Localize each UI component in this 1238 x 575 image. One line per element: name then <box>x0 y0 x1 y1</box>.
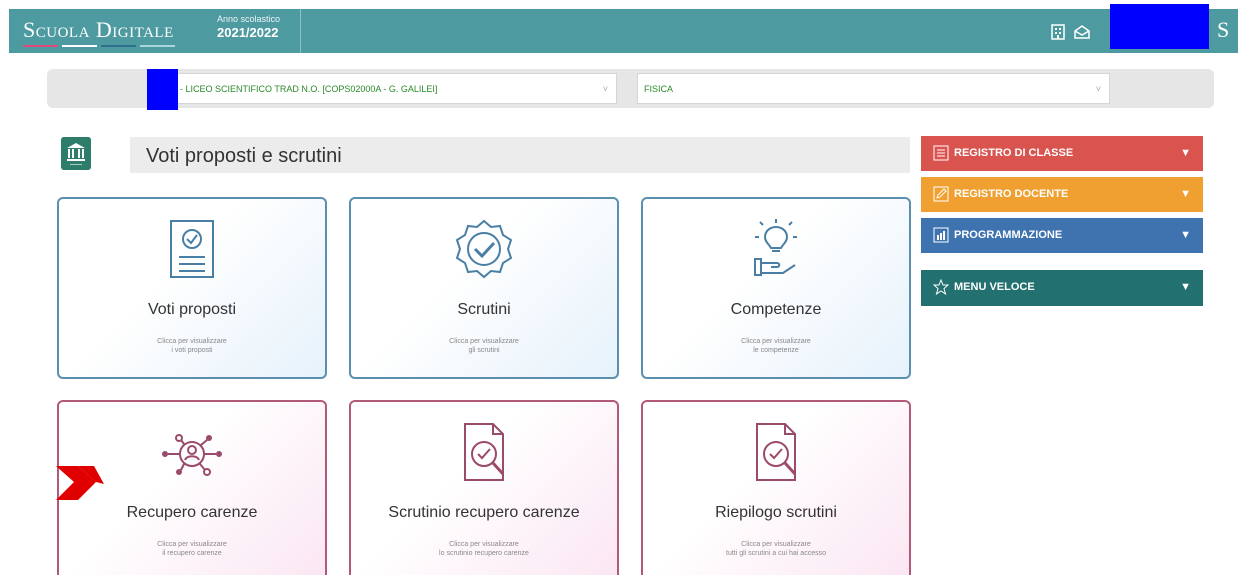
page-title: Voti proposti e scrutini <box>146 145 342 167</box>
bank-icon[interactable] <box>61 137 91 170</box>
page: Scuola Digitale Anno scolastico 2021/202… <box>0 0 1238 575</box>
brand-logo[interactable]: Scuola Digitale <box>23 17 174 43</box>
menu-label: REGISTRO DOCENTE <box>954 188 1069 200</box>
chevron-down-icon: ˅ <box>602 84 608 94</box>
card-title: Recupero carenze <box>126 504 258 521</box>
building-icon[interactable] <box>1049 23 1067 41</box>
menu-registro-di-classe[interactable]: REGISTRO DI CLASSE ▼ <box>921 136 1203 171</box>
caret-down-icon: ▼ <box>1180 281 1191 293</box>
card-title: Scrutinio recupero carenze <box>388 504 580 521</box>
school-year-label: Anno scolastico <box>217 14 281 24</box>
card-voti-proposti[interactable]: Voti proposti Clicca per visualizzare i v… <box>57 197 327 379</box>
card-description: Clicca per visualizzare lo scrutinio recu… <box>439 541 529 557</box>
selector-bar: - LICEO SCIENTIFICO TRAD N.O. [COPS02000… <box>47 69 1214 108</box>
header-cut-text: S <box>1217 17 1230 42</box>
menu-programmazione[interactable]: PROGRAMMAZIONE ▼ <box>921 218 1203 253</box>
card-description: Clicca per visualizzare il recupero caren… <box>157 541 227 557</box>
card-description: Clicca per visualizzare le competenze <box>741 338 811 354</box>
star-icon <box>933 279 949 295</box>
top-header: Scuola Digitale Anno scolastico 2021/202… <box>9 9 1238 53</box>
card-scrutini[interactable]: Scrutini Clicca per visualizzare gli scru… <box>349 197 619 379</box>
list-icon <box>933 145 949 161</box>
card-title: Competenze <box>730 301 822 318</box>
caret-down-icon: ▼ <box>1180 147 1191 159</box>
document-search-icon <box>756 423 797 481</box>
menu-label: REGISTRO DI CLASSE <box>954 147 1074 159</box>
lightbulb-hand-icon <box>754 219 797 276</box>
school-select-value: - LICEO SCIENTIFICO TRAD N.O. [COPS02000… <box>180 84 438 94</box>
school-select[interactable]: - LICEO SCIENTIFICO TRAD N.O. [COPS02000… <box>173 73 617 104</box>
card-title: Riepilogo scrutini <box>715 504 837 521</box>
menu-registro-docente[interactable]: REGISTRO DOCENTE ▼ <box>921 177 1203 212</box>
caret-down-icon: ▼ <box>1180 229 1191 241</box>
subject-select[interactable]: FISICA ˅ <box>637 73 1110 104</box>
school-year[interactable]: Anno scolastico 2021/2022 <box>205 9 301 53</box>
card-title: Voti proposti <box>147 301 237 318</box>
card-scrutinio-recupero-carenze[interactable]: Scrutinio recupero carenze Clicca per vi… <box>349 400 619 575</box>
menu-label: MENU VELOCE <box>954 281 1035 293</box>
subject-select-value: FISICA <box>644 84 674 94</box>
badge-check-icon <box>455 219 513 279</box>
user-redacted[interactable] <box>1110 4 1209 49</box>
network-person-icon <box>162 434 222 476</box>
card-description: Clicca per visualizzare gli scrutini <box>449 338 519 354</box>
card-competenze[interactable]: Competenze Clicca per visualizzare le com… <box>641 197 911 379</box>
card-description: Clicca per visualizzare i voti proposti <box>157 338 227 354</box>
card-riepilogo-scrutini[interactable]: Riepilogo scrutini Clicca per visualizza… <box>641 400 911 575</box>
edit-icon <box>933 186 949 202</box>
card-description: Clicca per visualizzare tutti gli scrutin… <box>726 541 826 557</box>
mail-icon[interactable] <box>1073 23 1091 41</box>
bar-chart-icon <box>933 227 949 243</box>
document-check-icon <box>170 220 214 278</box>
school-year-value: 2021/2022 <box>217 25 279 40</box>
caret-down-icon: ▼ <box>1180 188 1191 200</box>
menu-veloce[interactable]: MENU VELOCE ▼ <box>921 270 1203 306</box>
red-arrow-annotation <box>56 466 104 500</box>
document-search-icon <box>464 423 505 481</box>
menu-label: PROGRAMMAZIONE <box>954 229 1063 241</box>
page-title-bar: Voti proposti e scrutini <box>130 137 910 173</box>
chevron-down-icon: ˅ <box>1095 84 1101 94</box>
brand-underline <box>23 45 175 48</box>
redacted-block <box>147 69 178 110</box>
card-title: Scrutini <box>457 301 511 318</box>
